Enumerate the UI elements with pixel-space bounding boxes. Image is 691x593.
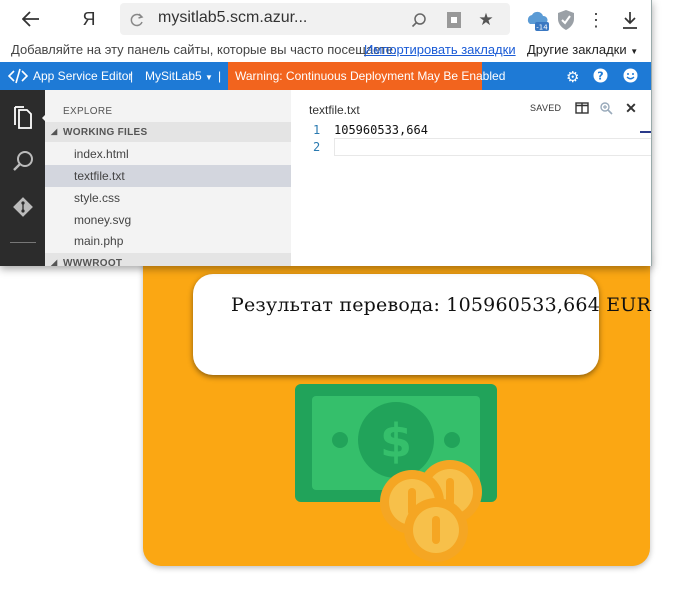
line-number: 1	[313, 123, 321, 137]
url-text[interactable]: mysitlab5.scm.azur...	[158, 9, 307, 27]
explore-heading: EXPLORE	[63, 106, 113, 117]
divider	[10, 242, 36, 243]
activity-bar	[0, 90, 48, 266]
files-icon[interactable]	[9, 104, 36, 131]
editor-title-bar: App Service Editor | MySitLab5 ▼ | Warni…	[0, 62, 651, 90]
file-item-style[interactable]: style.css	[45, 187, 291, 209]
working-files-section[interactable]: ◢ WORKING FILES	[45, 122, 291, 142]
back-arrow-icon[interactable]	[17, 5, 45, 33]
saved-status: SAVED	[530, 103, 562, 113]
expand-arrow-icon: ◢	[51, 258, 58, 266]
site-name: MySitLab5	[145, 69, 202, 83]
download-icon[interactable]	[616, 6, 644, 34]
search-icon[interactable]	[9, 147, 36, 174]
editor-pane: textfile.txt SAVED ✕ 1 105960533,664 2	[291, 90, 651, 266]
gear-icon[interactable]: ⚙	[566, 68, 579, 86]
git-icon[interactable]	[9, 193, 36, 220]
search-icon[interactable]	[405, 6, 433, 34]
cloud-badge-icon[interactable]: -14	[524, 6, 552, 34]
file-item-main[interactable]: main.php	[45, 230, 291, 252]
separator: |	[130, 69, 134, 83]
menu-icon[interactable]: ⋮	[582, 6, 610, 34]
split-editor-icon[interactable]	[574, 100, 590, 116]
reader-icon[interactable]	[440, 6, 468, 34]
svg-text:$: $	[380, 414, 412, 468]
bookmarks-hint: Добавляйте на эту панель сайты, которые …	[11, 42, 397, 57]
address-bar: Я mysitlab5.scm.azur... ★ -14 ⋮	[0, 0, 651, 38]
site-dropdown[interactable]: MySitLab5 ▼	[145, 69, 213, 83]
wwwroot-label: WWWROOT	[63, 258, 123, 266]
scroll-marker	[640, 131, 651, 133]
cloud-badge-count: -14	[536, 24, 548, 32]
line-number: 2	[313, 140, 321, 154]
bookmarks-bar: Добавляйте на эту панель сайты, которые …	[0, 38, 651, 62]
yandex-button[interactable]: Я	[75, 5, 103, 33]
app-title: App Service Editor	[33, 69, 133, 83]
compare-icon[interactable]	[598, 100, 614, 116]
help-icon[interactable]: ?	[593, 68, 608, 86]
file-item-money[interactable]: money.svg	[45, 209, 291, 231]
close-icon[interactable]: ✕	[623, 100, 639, 116]
svg-text:?: ?	[597, 70, 603, 83]
editor-tab-title: textfile.txt	[309, 103, 360, 117]
file-item-textfile[interactable]: textfile.txt	[45, 165, 291, 187]
browser-window: Я mysitlab5.scm.azur... ★ -14 ⋮ Добавляй…	[0, 0, 652, 266]
import-bookmarks-link[interactable]: Импортировать закладки	[364, 42, 516, 57]
other-bookmarks-label: Другие закладки	[527, 42, 627, 57]
code-icon	[7, 68, 29, 87]
code-line[interactable]: 105960533,664	[334, 123, 428, 137]
chevron-down-icon: ▼	[630, 47, 639, 56]
caret-down-icon: ▼	[205, 73, 213, 82]
other-bookmarks-button[interactable]: Другие закладки ▼	[527, 42, 638, 57]
working-files-label: WORKING FILES	[63, 127, 148, 138]
money-illustration: $	[295, 384, 497, 562]
feedback-smiley-icon[interactable]	[623, 68, 638, 86]
expand-arrow-icon: ◢	[51, 127, 58, 136]
star-icon[interactable]: ★	[472, 6, 500, 34]
reload-icon[interactable]	[123, 6, 151, 34]
shield-icon[interactable]	[552, 6, 580, 34]
separator: |	[218, 69, 222, 83]
result-box	[193, 274, 599, 375]
file-item-index[interactable]: index.html	[45, 143, 291, 165]
explorer-sidebar: EXPLORE ◢ WORKING FILES index.html textf…	[45, 90, 291, 266]
wwwroot-section[interactable]: ◢ WWWROOT	[45, 253, 291, 266]
result-text: Результат перевода: 105960533,664 EUR	[231, 294, 652, 316]
deployment-warning: Warning: Continuous Deployment May Be En…	[228, 62, 505, 90]
current-line-highlight	[334, 138, 651, 156]
